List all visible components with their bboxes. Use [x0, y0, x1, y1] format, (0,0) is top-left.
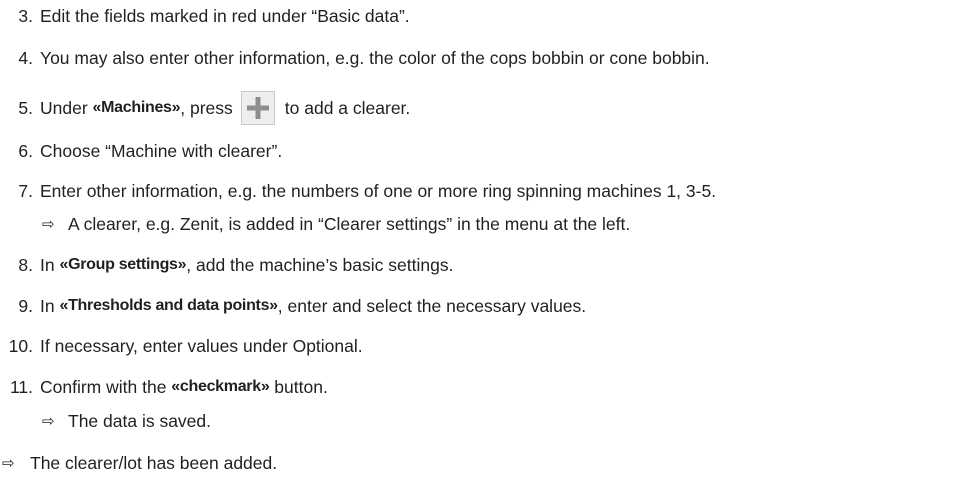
result-arrow-icon: ⇨ — [42, 215, 55, 233]
thresholds-label: «Thresholds and data points» — [59, 297, 278, 314]
step-text-pre: Under — [40, 97, 93, 118]
step-number: 4. — [18, 47, 33, 68]
result-text: A clearer, e.g. Zenit, is added in “Clea… — [68, 213, 631, 234]
step-number: 5. — [18, 97, 33, 118]
step-text: Choose “Machine with clearer”. — [40, 140, 283, 161]
step-number: 8. — [18, 254, 33, 275]
step-text-pre: In — [40, 295, 60, 316]
step-number: 3. — [18, 5, 33, 26]
plus-icon — [246, 97, 269, 119]
result-arrow-icon: ⇨ — [42, 412, 55, 430]
step-text: Enter other information, e.g. the number… — [40, 180, 717, 201]
step-6: 6. Choose “Machine with clearer”. — [0, 139, 282, 163]
step-text-post: , enter and select the necessary values. — [277, 295, 587, 316]
machines-label: «Machines» — [92, 99, 181, 116]
result-arrow-icon: ⇨ — [2, 454, 15, 472]
final-result: ⇨ The clearer/lot has been added. — [2, 451, 277, 475]
step-text-post: button. — [269, 376, 328, 397]
final-result-text: The clearer/lot has been added. — [30, 452, 278, 473]
step-text-pre: Confirm with the — [40, 376, 172, 397]
step-4: 4. You may also enter other information,… — [0, 46, 710, 70]
step-text-mid: , press — [180, 97, 233, 118]
step-text-pre: In — [40, 254, 60, 275]
step-text-post: to add a clearer. — [284, 97, 411, 118]
step-text: Edit the fields marked in red under “Bas… — [40, 5, 410, 26]
step-7: 7. Enter other information, e.g. the num… — [0, 179, 716, 203]
step-number: 11. — [9, 376, 33, 397]
step-8: 8. In «Group settings» , add the machine… — [0, 253, 453, 277]
step-7-result: ⇨ A clearer, e.g. Zenit, is added in “Cl… — [0, 212, 630, 236]
group-settings-label: «Group settings» — [59, 256, 187, 273]
add-button[interactable] — [240, 91, 275, 125]
step-number: 10. — [8, 335, 33, 356]
step-text: If necessary, enter values under Optiona… — [40, 335, 363, 356]
result-text: The data is saved. — [68, 410, 211, 431]
checkmark-label: «checkmark» — [171, 378, 270, 395]
step-number: 7. — [18, 180, 33, 201]
step-9: 9. In «Thresholds and data points» , ent… — [0, 294, 586, 318]
step-text: You may also enter other information, e.… — [40, 47, 710, 68]
step-11-result: ⇨ The data is saved. — [0, 409, 211, 433]
step-number: 6. — [18, 140, 33, 161]
step-text-post: , add the machine’s basic settings. — [186, 254, 454, 275]
step-3: 3. Edit the fields marked in red under “… — [0, 4, 410, 28]
step-11: 11. Confirm with the «checkmark» button. — [0, 375, 328, 399]
step-number: 9. — [18, 295, 33, 316]
step-5: 5. Under «Machines» , press to add a cle… — [0, 90, 410, 126]
step-10: 10. If necessary, enter values under Opt… — [0, 334, 363, 358]
